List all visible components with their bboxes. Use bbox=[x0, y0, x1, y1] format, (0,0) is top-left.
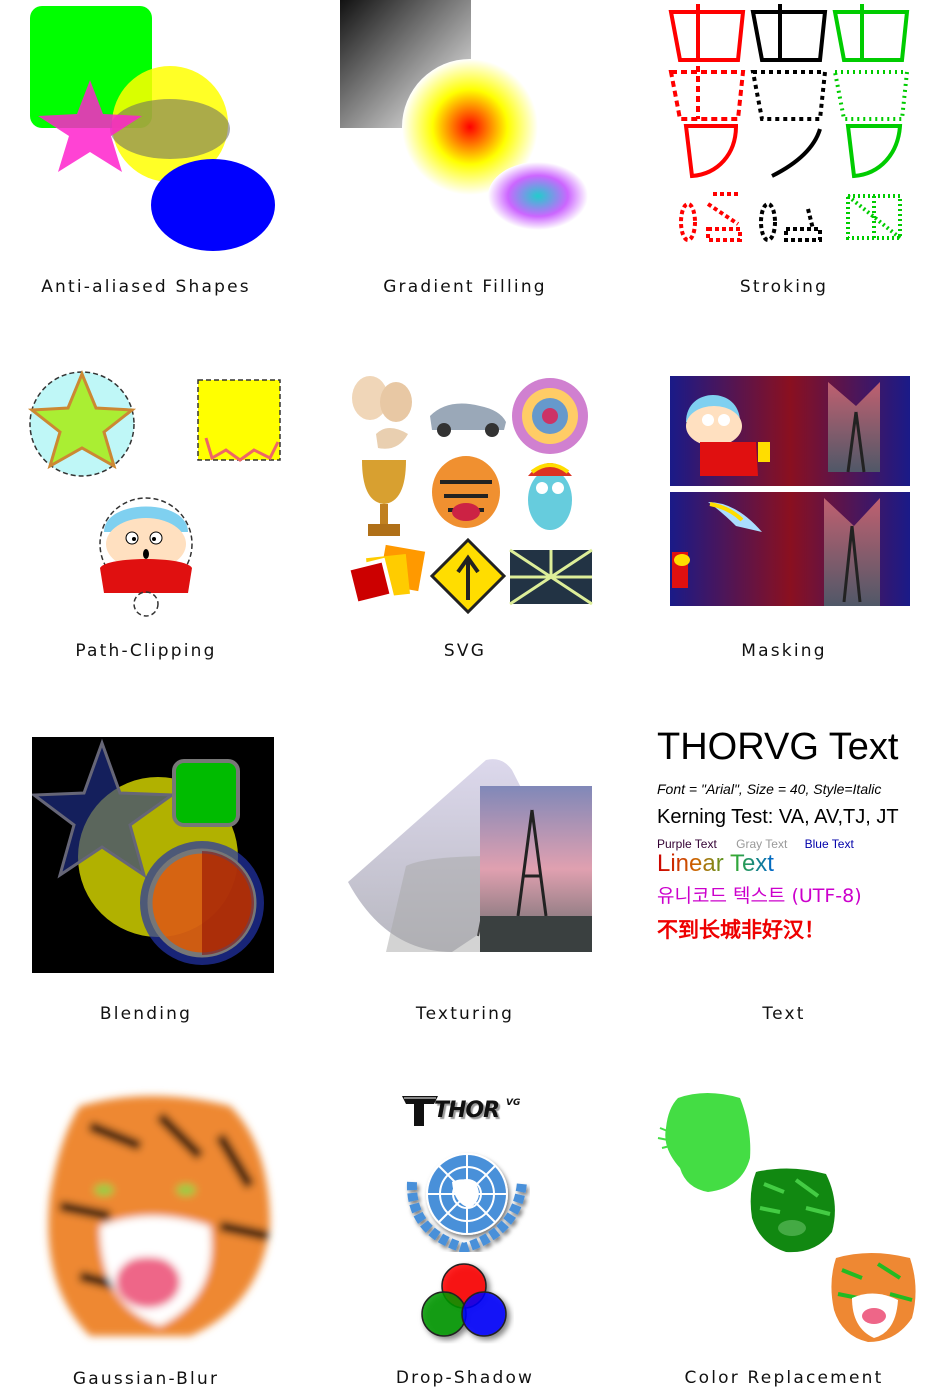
caption: Blending bbox=[99, 1004, 193, 1024]
blue-ellipse bbox=[151, 159, 275, 251]
path-clipping-image bbox=[27, 370, 281, 617]
text-chinese: 不到长城非好汉！ bbox=[657, 917, 825, 942]
gray-ellipse bbox=[110, 99, 230, 159]
text-linear: Linear Text bbox=[657, 850, 774, 877]
text-purple: Purple Text bbox=[657, 837, 717, 851]
color-replacement-image bbox=[657, 1093, 916, 1342]
rgb-circles-image bbox=[421, 1263, 507, 1337]
caption: Drop-Shadow bbox=[395, 1368, 535, 1388]
caption: SVG bbox=[443, 641, 487, 661]
un-emblem-image bbox=[406, 1153, 527, 1252]
text-demo: THORVG Text Font = "Arial", Size = 40, S… bbox=[657, 724, 927, 964]
caption: Anti-aliased Shapes bbox=[41, 277, 251, 297]
svg-image bbox=[348, 376, 593, 614]
text-kerning-line: Kerning Test: VA, AV,TJ, JT bbox=[657, 806, 899, 828]
caption: Color Replacement bbox=[684, 1368, 884, 1388]
caption: Masking bbox=[741, 641, 827, 661]
text-korean: 유니코드 텍스트 (UTF-8) bbox=[657, 885, 862, 907]
blending-image bbox=[32, 737, 274, 973]
caption: Texturing bbox=[415, 1004, 515, 1024]
masking-image bbox=[670, 376, 910, 606]
text-font-line: Font = "Arial", Size = 40, Style=Italic bbox=[657, 781, 882, 797]
texturing-image bbox=[348, 759, 592, 952]
thorvg-logo: THOR VG bbox=[400, 1092, 540, 1132]
text-color-row: Purple Text Gray Text Blue Text bbox=[657, 837, 927, 851]
radial-gradient-ellipse bbox=[488, 162, 588, 230]
text-headline: THORVG Text bbox=[657, 726, 899, 768]
gaussian-blur-image bbox=[48, 1096, 270, 1336]
gradient-filling-image bbox=[340, 0, 588, 230]
text-gray: Gray Text bbox=[736, 837, 788, 851]
stroking-image bbox=[668, 4, 910, 242]
thorvg-logo-text: THOR bbox=[434, 1098, 500, 1123]
caption: Gradient Filling bbox=[383, 277, 547, 297]
text-blue: Blue Text bbox=[804, 837, 854, 851]
caption: Text bbox=[762, 1004, 806, 1024]
anti-aliased-shapes-image bbox=[30, 6, 275, 251]
caption: Stroking bbox=[739, 277, 829, 297]
caption: Gaussian-Blur bbox=[72, 1369, 220, 1389]
thorvg-logo-sup: VG bbox=[506, 1098, 521, 1108]
caption: Path-Clipping bbox=[75, 641, 217, 661]
